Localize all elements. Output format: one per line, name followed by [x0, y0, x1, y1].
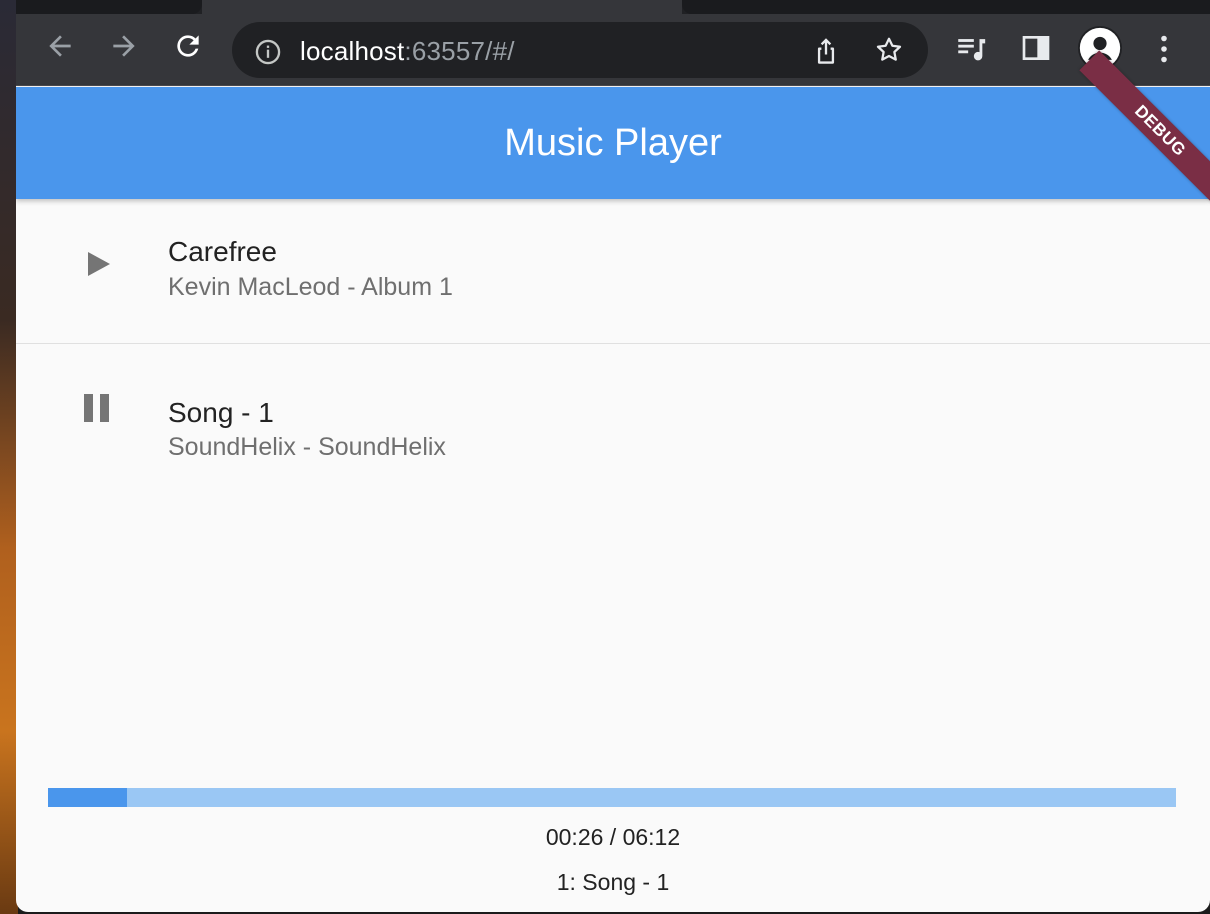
url-host: localhost: [300, 36, 405, 66]
now-playing-label: 1: Song - 1: [556, 869, 670, 895]
playback-progress-bar[interactable]: [48, 788, 1176, 807]
address-bar[interactable]: localhost:63557/#/: [232, 22, 928, 78]
back-arrow-icon: [49, 35, 71, 57]
browser-toolbar: localhost:63557/#/: [16, 14, 1210, 86]
browser-window: localhost:63557/#/ Music Player DEBUG Ca…: [16, 0, 1210, 912]
app-title: Music Player: [504, 121, 722, 164]
app-bar: Music Player DEBUG: [16, 50, 1210, 212]
song-list-item[interactable]: Song - 1 SoundHelix - SoundHelix: [16, 345, 1210, 489]
bookmark-star-icon[interactable]: [874, 35, 904, 65]
tab-inactive-left[interactable]: [16, 0, 202, 14]
reload-button[interactable]: [170, 28, 206, 64]
url-port-path: :63557/#/: [404, 36, 515, 66]
pause-icon[interactable]: [82, 391, 114, 427]
song-list-item[interactable]: Carefree Kevin MacLeod - Album 1: [16, 200, 1210, 344]
song-artist-album: SoundHelix - SoundHelix: [168, 433, 446, 461]
tab-strip: [16, 0, 1210, 14]
forward-button[interactable]: [106, 28, 142, 64]
forward-arrow-icon: [113, 35, 135, 57]
song-artist-album: Kevin MacLeod - Album 1: [168, 273, 453, 301]
tab-inactive-right[interactable]: [682, 0, 1210, 14]
tab-active[interactable]: [202, 0, 682, 14]
playback-time: 00:26 / 06:12: [545, 824, 681, 850]
side-panel-icon[interactable]: [1020, 32, 1052, 64]
reload-icon: [177, 35, 199, 57]
share-icon[interactable]: [812, 36, 840, 66]
play-icon[interactable]: [82, 246, 114, 282]
more-menu-icon[interactable]: [1150, 32, 1178, 66]
url-text: localhost:63557/#/: [300, 36, 515, 67]
media-controls-icon[interactable]: [954, 32, 988, 66]
playback-progress-fill: [48, 788, 127, 807]
song-title: Song - 1: [168, 397, 274, 428]
site-info-icon[interactable]: [254, 38, 282, 66]
back-button[interactable]: [42, 28, 78, 64]
song-title: Carefree: [168, 236, 277, 267]
